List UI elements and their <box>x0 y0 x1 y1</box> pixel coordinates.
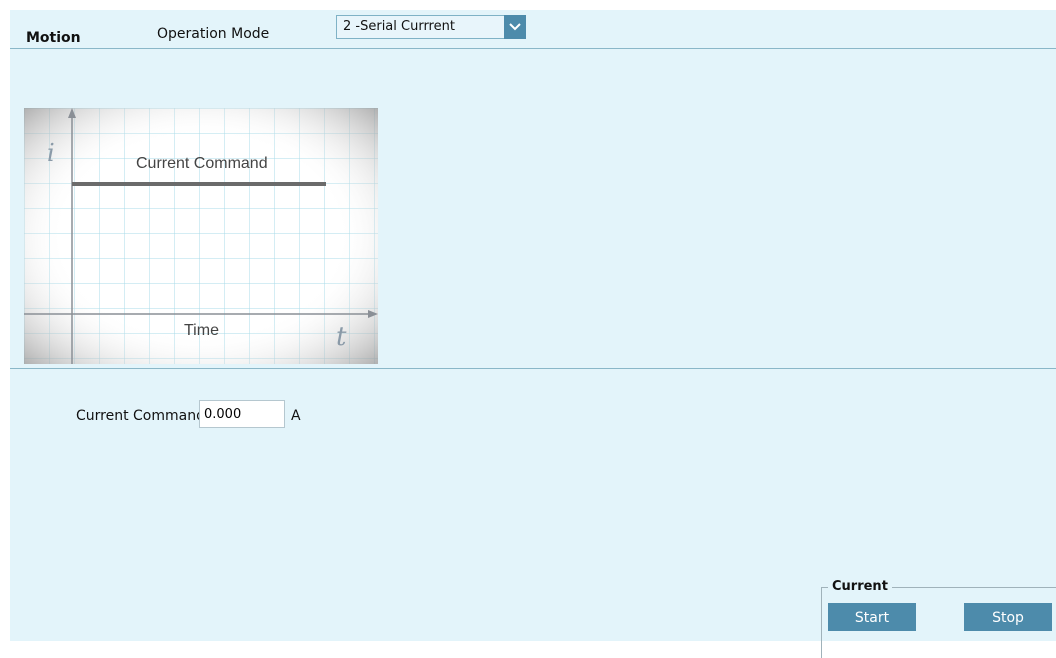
stop-button[interactable]: Stop <box>964 603 1052 631</box>
operation-mode-dropdown[interactable]: 2 -Serial Currrent <box>336 15 526 39</box>
start-button[interactable]: Start <box>828 603 916 631</box>
current-command-label: Current Command <box>76 408 205 424</box>
current-command-input[interactable] <box>199 400 285 428</box>
x-axis-label: Time <box>184 322 219 339</box>
current-group-title: Current <box>828 579 892 594</box>
y-axis-symbol: i <box>47 139 55 167</box>
section-title: Motion <box>26 30 81 46</box>
section-divider <box>10 368 1056 369</box>
motion-panel: Motion Operation Mode 2 -Serial Currrent <box>10 10 1056 658</box>
current-command-illustration: i Current Command Time t <box>24 108 378 364</box>
operation-mode-label: Operation Mode <box>157 26 270 42</box>
operation-mode-value: 2 -Serial Currrent <box>343 19 455 34</box>
header-divider <box>10 48 1056 49</box>
current-group: Current Start Stop <box>821 579 1056 658</box>
line-label: Current Command <box>136 155 268 172</box>
current-unit-label: A <box>291 408 301 424</box>
x-axis-symbol: t <box>336 322 347 352</box>
chevron-down-icon[interactable] <box>504 15 526 39</box>
